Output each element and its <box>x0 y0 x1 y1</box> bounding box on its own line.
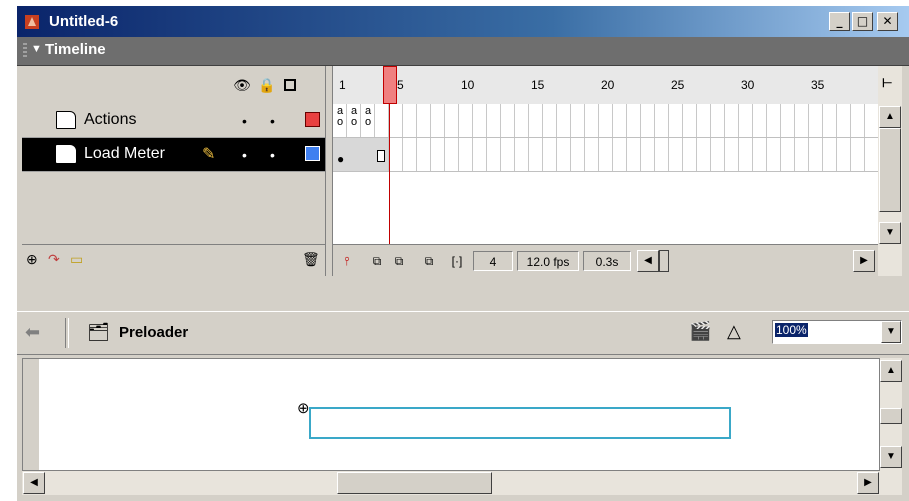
timeline-panel: 👁 🔒 Actions • • Load Meter ✎ • • ⊕ ↷ ▭ 🗑 <box>22 66 902 277</box>
ruler-label: 1 <box>339 78 346 92</box>
layer-header: 👁 🔒 <box>22 66 325 105</box>
timeline-status-bar: ⫯ ⧉ ⧉ ⧉ [·] 4 12.0 fps 0.3s ◀ ▶ <box>333 244 878 277</box>
frame-grid[interactable]: ao ao ao ● <box>333 104 878 244</box>
trash-icon[interactable]: 🗑 <box>302 251 320 268</box>
keyframe-marker-3: a <box>365 105 372 117</box>
stage-vertical-thumb[interactable] <box>880 408 902 424</box>
stage-scroll-left-button[interactable]: ◀ <box>23 472 45 494</box>
keyframe-label[interactable]: ao <box>351 106 357 128</box>
stage-scroll-down-button[interactable]: ▼ <box>880 446 902 468</box>
end-frame-marker[interactable] <box>377 150 385 162</box>
onion-skin-icon[interactable]: ⧉ <box>367 251 387 271</box>
center-frame-icon[interactable]: ⫯ <box>337 251 357 271</box>
close-button[interactable]: ✕ <box>877 12 898 31</box>
stage-horizontal-thumb[interactable] <box>337 472 492 494</box>
keyframe-label[interactable]: ao <box>337 106 343 128</box>
stage-vertical-scrollbar[interactable]: ▲ ▼ <box>880 358 902 471</box>
onion-skin-outlines-icon[interactable]: ⧉ <box>389 251 409 271</box>
visibility-dot[interactable]: • <box>242 113 247 129</box>
keyframe-marker-1: a <box>337 105 344 117</box>
playhead[interactable] <box>383 66 397 104</box>
vertical-scroll-thumb[interactable] <box>879 128 901 212</box>
layer-name: Actions <box>84 111 137 128</box>
flash-app-icon <box>25 15 39 29</box>
layer-toolbar: ⊕ ↷ ▭ 🗑 <box>22 244 325 277</box>
ruler-label: 25 <box>671 78 685 92</box>
lock-dot[interactable]: • <box>270 113 275 129</box>
stage-scroll-right-button[interactable]: ▶ <box>857 472 879 494</box>
scroll-up-button[interactable]: ▲ <box>879 106 901 128</box>
panel-title: Timeline <box>45 41 106 58</box>
lock-icon[interactable]: 🔒 <box>258 76 276 94</box>
keyframe-dot[interactable]: ● <box>337 152 344 166</box>
layer-color-box[interactable] <box>305 112 320 127</box>
ruler-label: 35 <box>811 78 825 92</box>
current-frame-field: 4 <box>473 251 513 271</box>
zoom-value[interactable]: 100% <box>775 323 808 337</box>
edit-multiple-frames-icon[interactable]: ⧉ <box>419 251 439 271</box>
elapsed-time-field: 0.3s <box>583 251 631 271</box>
insert-layer-icon[interactable]: ⊕ <box>26 251 38 268</box>
back-arrow-icon[interactable]: ⬅ <box>25 322 40 343</box>
layer-icon <box>56 145 76 163</box>
ruler-label: 20 <box>601 78 615 92</box>
frame-scroll-thumb[interactable] <box>659 250 669 272</box>
pencil-icon: ✎ <box>202 146 216 163</box>
scroll-right-button[interactable]: ▶ <box>853 250 875 272</box>
stage-left-gutter <box>23 359 39 470</box>
maximize-button[interactable]: □ <box>852 12 873 31</box>
ruler-label: 15 <box>531 78 545 92</box>
ruler-label: 10 <box>461 78 475 92</box>
window-title: Untitled-6 <box>49 13 119 30</box>
registration-point-icon[interactable]: ⊕ <box>297 399 310 417</box>
layer-row-actions[interactable]: Actions • • <box>22 104 325 138</box>
scroll-left-button[interactable]: ◀ <box>637 250 659 272</box>
layer-list-empty-area <box>22 172 325 244</box>
frame-ruler[interactable]: 1 5 10 15 20 25 30 35 <box>333 66 878 105</box>
layer-icon <box>56 111 76 129</box>
ruler-label: 5 <box>397 78 404 92</box>
insert-folder-icon[interactable]: ▭ <box>70 251 83 268</box>
edit-symbols-icon[interactable]: △ <box>727 321 741 342</box>
movie-clip-symbol-icon: 🗂 <box>87 322 110 342</box>
timeline-vertical-scrollbar[interactable]: ⊢ ▲ ▼ <box>878 66 902 276</box>
timeline-panel-header[interactable]: ▼ Timeline <box>17 37 909 66</box>
title-bar[interactable]: Untitled-6 _ □ ✕ <box>17 6 909 37</box>
stage-scroll-up-button[interactable]: ▲ <box>880 360 902 382</box>
layer-row-load-meter[interactable]: Load Meter ✎ • • <box>22 138 325 172</box>
scroll-down-button[interactable]: ▼ <box>879 222 901 244</box>
outline-icon[interactable] <box>284 79 296 91</box>
lock-dot[interactable]: • <box>270 147 275 163</box>
modify-onion-markers-icon[interactable]: [·] <box>447 251 467 271</box>
zoom-select[interactable]: 100% ▼ <box>772 320 902 344</box>
visibility-dot[interactable]: • <box>242 147 247 163</box>
minimize-button[interactable]: _ <box>829 12 850 31</box>
edit-scene-icon[interactable]: 🎬 <box>689 321 711 342</box>
chevron-down-icon[interactable]: ▼ <box>881 321 901 343</box>
layer-color-box[interactable] <box>305 146 320 161</box>
add-motion-guide-icon[interactable]: ↷ <box>48 251 60 268</box>
frame-row-actions[interactable]: ao ao ao <box>333 104 878 138</box>
panel-grip-icon[interactable] <box>23 43 27 59</box>
stage-area[interactable]: ⊕ <box>22 358 880 471</box>
playhead-line <box>389 104 390 244</box>
edit-bar: ⬅ 🗂 Preloader 🎬 △ 100% ▼ <box>17 311 909 355</box>
eye-icon[interactable]: 👁 <box>233 76 251 94</box>
flash-document-window: Untitled-6 _ □ ✕ ▼ Timeline 👁 🔒 Actions … <box>17 6 909 501</box>
frame-rate-field: 12.0 fps <box>517 251 579 271</box>
symbol-name[interactable]: Preloader <box>119 324 188 341</box>
panel-divider[interactable] <box>325 66 333 276</box>
load-meter-rectangle[interactable] <box>309 407 731 439</box>
keyframe-label[interactable]: ao <box>365 106 371 128</box>
timeline-view-menu-icon[interactable]: ⊢ <box>882 76 892 90</box>
ruler-label: 30 <box>741 78 755 92</box>
collapse-triangle-icon[interactable]: ▼ <box>31 43 42 55</box>
edit-bar-separator <box>65 318 69 348</box>
frame-row-load-meter[interactable]: ● <box>333 138 878 172</box>
layer-name: Load Meter <box>84 145 165 162</box>
keyframe-marker-2: a <box>351 105 358 117</box>
stage-horizontal-scrollbar[interactable]: ◀ ▶ <box>22 471 902 495</box>
